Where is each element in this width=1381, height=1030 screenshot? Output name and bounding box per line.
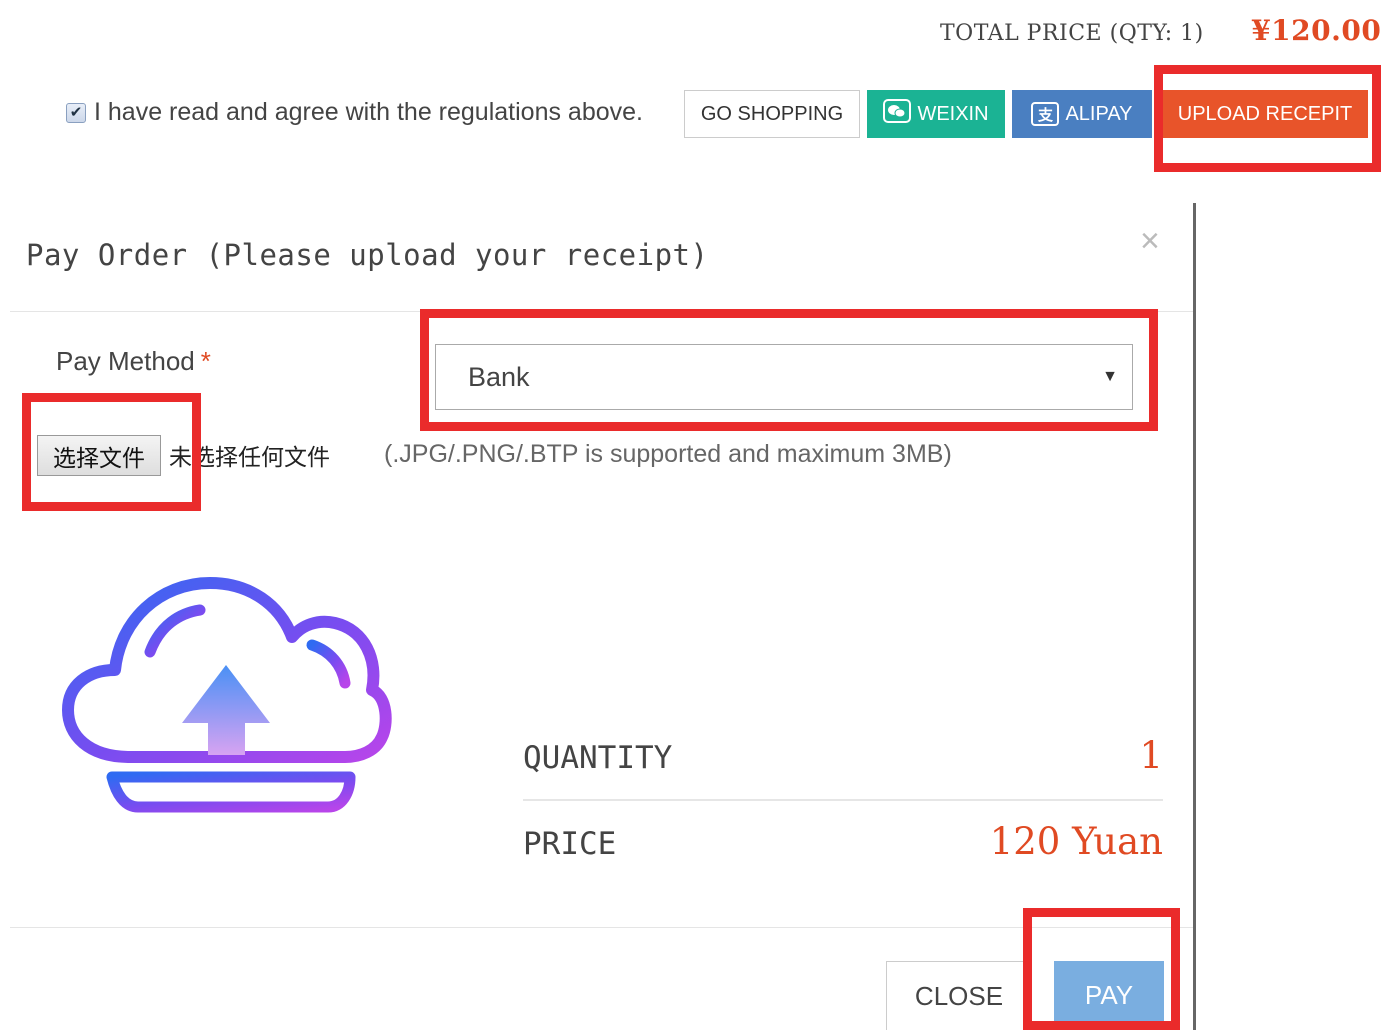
cloud-upload-icon [60, 575, 395, 820]
close-button[interactable]: CLOSE [886, 961, 1032, 1030]
pay-method-value: Bank [468, 361, 530, 392]
agreement: ✔ I have read and agree with the regulat… [66, 98, 643, 127]
weixin-label: WEIXIN [917, 102, 989, 125]
quantity-value: 1 [1139, 734, 1163, 777]
pay-method-select[interactable]: Bank ▼ [435, 344, 1133, 410]
modal-title: Pay Order (Please upload your receipt) [26, 238, 709, 272]
weixin-icon [883, 99, 912, 129]
alipay-label: ALIPAY [1065, 102, 1133, 125]
price-label: PRICE [523, 826, 617, 862]
checkbox-check-icon: ✔ [69, 104, 83, 121]
total-price-label: TOTAL PRICE (QTY: 1) [940, 21, 1204, 46]
close-icon[interactable]: × [1140, 224, 1160, 258]
pay-method-label: Pay Method * [56, 346, 211, 377]
total-price: TOTAL PRICE (QTY: 1) ¥120.00 [940, 14, 1381, 47]
pay-button[interactable]: PAY [1054, 961, 1164, 1030]
price-value: 120 Yuan [989, 820, 1163, 863]
required-mark: * [200, 346, 211, 376]
quantity-label: QUANTITY [523, 740, 673, 776]
file-format-hint: (.JPG/.PNG/.BTP is supported and maximum… [384, 440, 952, 468]
file-status: 未选择任何文件 [169, 445, 330, 471]
choose-file-button[interactable]: 选择文件 [37, 435, 161, 476]
alipay-icon: 支 [1031, 102, 1060, 126]
go-shopping-button[interactable]: GO SHOPPING [684, 90, 860, 138]
go-shopping-label: GO SHOPPING [700, 102, 844, 125]
summary-divider [523, 799, 1163, 801]
total-price-amount: ¥120.00 [1251, 14, 1381, 47]
agreement-text: I have read and agree with the regulatio… [94, 98, 643, 126]
modal-header-divider [10, 311, 1193, 312]
upload-receipt-label: UPLOAD RECEPIT [1177, 102, 1353, 125]
modal-border [1193, 203, 1196, 1030]
modal-footer-divider [10, 927, 1193, 928]
dropdown-caret-icon: ▼ [1102, 368, 1118, 385]
pay-method-label-text: Pay Method [56, 346, 195, 376]
upload-receipt-button[interactable]: UPLOAD RECEPIT [1162, 90, 1368, 138]
agreement-checkbox[interactable]: ✔ [66, 102, 86, 123]
alipay-button[interactable]: 支 ALIPAY [1012, 90, 1152, 138]
weixin-button[interactable]: WEIXIN [867, 90, 1005, 138]
